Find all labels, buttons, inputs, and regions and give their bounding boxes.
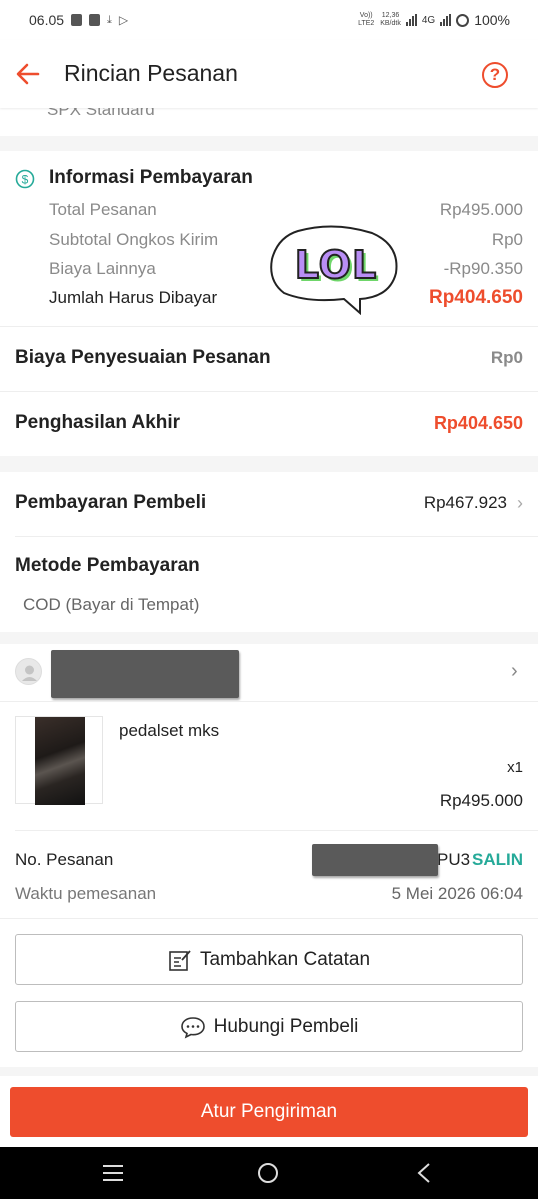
payment-row-label: Biaya Lainnya [49, 259, 156, 278]
svg-text:$: $ [22, 173, 29, 187]
network-speed: 12,36 KB/dtk [380, 12, 401, 28]
payment-row-value: Rp495.000 [439, 200, 523, 219]
final-income-row: Penghasilan Akhir Rp404.650 [15, 412, 523, 434]
shopping-bag-icon [89, 14, 101, 26]
divider [0, 326, 538, 327]
product-photo [35, 717, 85, 805]
order-number-suffix: PU3 [437, 850, 471, 869]
redacted-buyer-name [51, 650, 239, 698]
final-income-value: Rp404.650 [433, 412, 523, 433]
shopping-bag-icon [71, 14, 83, 26]
payment-row: Total Pesanan Rp495.000 [49, 200, 523, 220]
network-type: 4G [421, 14, 436, 26]
payment-row-label: Subtotal Ongkos Kirim [49, 230, 219, 249]
final-income-label: Penghasilan Akhir [15, 412, 181, 433]
product-price: Rp495.000 [439, 791, 523, 810]
copy-button[interactable]: SALIN [472, 850, 523, 870]
payment-total-value: Rp404.650 [428, 287, 523, 308]
payment-method-label: Metode Pembayaran [15, 555, 200, 576]
avatar [15, 658, 42, 685]
buyer-payment-label: Pembayaran Pembeli [15, 492, 207, 513]
adjustment-label: Biaya Penyesuaian Pesanan [15, 347, 271, 368]
battery-level: 100% [474, 12, 510, 28]
page-title: Rincian Pesanan [64, 60, 238, 86]
payment-method-value-row: COD (Bayar di Tempat) [23, 595, 523, 615]
back-icon[interactable] [416, 1162, 432, 1184]
battery-icon [456, 13, 470, 27]
home-icon[interactable] [257, 1162, 279, 1184]
help-icon[interactable]: ? [482, 62, 508, 88]
buyer-payment-row[interactable]: Pembayaran Pembeli Rp467.923 › [15, 492, 523, 514]
contact-buyer-label: Hubungi Pembeli [213, 1015, 359, 1037]
product-thumbnail [15, 716, 103, 805]
play-store-icon: ▷ [118, 13, 129, 27]
buyer-payment-value: Rp467.923 [423, 493, 507, 512]
payment-method-row: Metode Pembayaran [15, 555, 523, 577]
network-speed-value: 12,36 [381, 12, 400, 19]
payment-row-label: Total Pesanan [49, 200, 157, 219]
contact-buyer-button[interactable]: Hubungi Pembeli [15, 1001, 523, 1052]
volte-indicator: Vo)) LTE2 [358, 12, 375, 27]
recent-apps-icon[interactable] [102, 1164, 124, 1182]
arrange-shipping-label: Atur Pengiriman [200, 1101, 338, 1122]
order-time-value: 5 Mei 2026 06:04 [391, 884, 523, 903]
signal-icon [440, 14, 452, 26]
payment-info-title: Informasi Pembayaran [49, 167, 253, 188]
back-arrow-icon[interactable] [14, 60, 42, 88]
payment-row-value: Rp0 [491, 230, 523, 249]
add-note-button[interactable]: Tambahkan Catatan [15, 934, 523, 985]
payment-info-section: $ Informasi Pembayaran Total Pesanan Rp4… [0, 151, 538, 456]
buyer-row[interactable]: › [0, 644, 538, 700]
status-bar: 06.05 ⤓ ▷ Vo)) LTE2 12,36 KB/dtk 4G 100% [0, 0, 538, 40]
download-icon: ⤓ [107, 13, 112, 26]
order-section: › pedalset mks x1 Rp495.000 No. Pesanan … [0, 644, 538, 1067]
lol-sticker-text: LOL [294, 242, 378, 288]
product-name: pedalset mks [119, 721, 220, 740]
payment-row-value: -Rp90.350 [443, 259, 523, 278]
payment-total-label: Jumlah Harus Dibayar [49, 288, 218, 307]
chevron-right-icon: › [511, 660, 518, 682]
divider [0, 391, 538, 392]
payment-method-value: COD (Bayar di Tempat) [23, 595, 200, 614]
edit-note-icon [169, 949, 191, 971]
dollar-circle-icon: $ [15, 169, 35, 189]
order-time-label: Waktu pemesanan [15, 884, 157, 903]
adjustment-row: Biaya Penyesuaian Pesanan Rp0 [15, 347, 523, 369]
lol-sticker: LOL [268, 223, 400, 315]
buyer-payment-section: Pembayaran Pembeli Rp467.923 › Metode Pe… [0, 472, 538, 632]
redacted-order-number [312, 844, 438, 876]
user-icon [22, 665, 37, 681]
divider [15, 536, 538, 537]
arrange-shipping-button[interactable]: Atur Pengiriman [10, 1087, 528, 1137]
system-nav-bar [0, 1147, 538, 1199]
divider [15, 830, 538, 831]
order-number-label: No. Pesanan [15, 850, 114, 869]
product-qty: x1 [507, 759, 523, 776]
app-bar: Rincian Pesanan ? [0, 40, 538, 108]
network-speed-unit: KB/dtk [380, 20, 401, 27]
clock: 06.05 [29, 12, 65, 28]
divider [0, 701, 538, 702]
add-note-label: Tambahkan Catatan [199, 948, 371, 970]
adjustment-value: Rp0 [490, 348, 523, 367]
chevron-right-icon: › [517, 492, 523, 513]
chat-icon [180, 1016, 205, 1039]
divider [0, 918, 538, 919]
signal-icon [405, 14, 417, 26]
